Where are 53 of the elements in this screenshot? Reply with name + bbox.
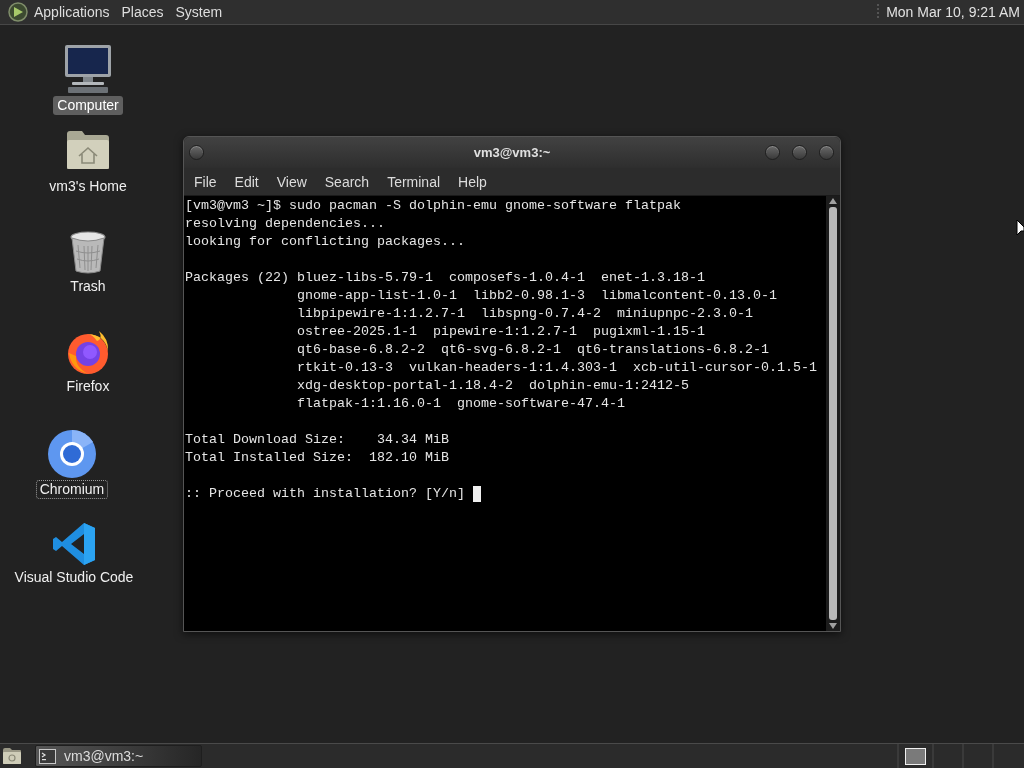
terminal-line: Total Installed Size: 182.10 MiB — [185, 449, 450, 467]
desktop-icon-label[interactable]: Computer — [53, 96, 123, 115]
terminal-window-icon — [39, 748, 56, 764]
package-list-line: gnome-app-list-1.0-1 libb2-0.98.1-3 libmalcontent-0.13.0-1 — [297, 287, 778, 305]
desktop-icon-label[interactable]: vm3's Home — [45, 177, 131, 196]
window-titlebar[interactable]: vm3@vm3:~ — [184, 137, 840, 168]
terminal-line: [vm3@vm3 ~]$ sudo pacman -S dolphin-emu gnome-software flatpak — [185, 197, 682, 215]
panel-menu[interactable]: Applications — [28, 0, 116, 24]
window-title: vm3@vm3:~ — [473, 143, 551, 162]
terminal-line: looking for conflicting packages... — [185, 233, 466, 251]
maximize-button[interactable] — [792, 145, 807, 160]
workspace-tile[interactable] — [905, 747, 926, 765]
menu-item[interactable]: File — [185, 169, 226, 194]
panel-menu[interactable]: Places — [115, 0, 170, 24]
trash-bin-icon — [69, 231, 107, 275]
taskbar-button[interactable]: vm3@vm3:~ — [35, 745, 202, 767]
package-list-line: rtkit-0.13-3 vulkan-headers-1:1.4.303-1 xcb-util-cursor-0.1.5-1 — [297, 359, 817, 377]
scroll-up-icon[interactable] — [829, 198, 837, 204]
scrollbar-thumb[interactable] — [829, 207, 837, 620]
terminal-line: resolving dependencies... — [185, 215, 386, 233]
terminal-line: Packages (22) — [185, 269, 290, 287]
ring-logo-icon — [48, 430, 96, 478]
package-list-line: xdg-desktop-portal-1.18.4-2 dolphin-emu-1:2412-5 — [297, 377, 690, 395]
mouse-pointer-icon — [1016, 219, 1024, 237]
desktop-folder-icon[interactable] — [2, 747, 22, 765]
desktop-icon-label[interactable]: Trash — [66, 277, 110, 296]
package-list-line: bluez-libs-5.79-1 composefs-1.0.4-1 enet-1.3.18-1 — [297, 269, 706, 287]
home-folder-icon — [66, 130, 110, 170]
package-list-line: qt6-base-6.8.2-2 qt6-svg-6.8.2-1 qt6-translations-6.8.2-1 — [297, 341, 770, 359]
window-menu-button[interactable] — [189, 145, 204, 160]
play-circle-logo-icon[interactable] — [8, 2, 28, 22]
ribbon-logo-icon — [52, 522, 96, 566]
panel-handle-icon — [876, 3, 881, 21]
menu-item[interactable]: Terminal — [378, 169, 450, 194]
minimize-button[interactable] — [765, 145, 780, 160]
package-list-line: libpipewire-1:1.2.7-1 libspng-0.7.4-2 miniupnpc-2.3.0-1 — [297, 305, 754, 323]
desktop-icon-label[interactable]: Firefox — [62, 377, 114, 396]
menu-item[interactable]: Search — [315, 169, 379, 194]
menu-item[interactable]: View — [267, 169, 316, 194]
panel-menu[interactable]: System — [169, 0, 229, 24]
scrollbar[interactable] — [826, 196, 840, 631]
scroll-down-icon[interactable] — [829, 623, 837, 629]
package-list-line: ostree-2025.1-1 pipewire-1:1.2.7-1 pugixml-1.15-1 — [297, 323, 706, 341]
computer-monitor-icon — [63, 44, 113, 94]
flame-globe-icon — [65, 329, 111, 375]
package-list-line: flatpak-1:1.16.0-1 gnome-software-47.4-1 — [297, 395, 626, 413]
menu-item[interactable]: Edit — [225, 169, 268, 194]
terminal-line: Total Download Size: 34.34 MiB — [185, 431, 450, 449]
menu-item[interactable]: Help — [449, 169, 496, 194]
terminal-prompt: :: Proceed with installation? [Y/n] — [185, 485, 465, 503]
close-button[interactable] — [819, 145, 834, 160]
panel-clock[interactable]: Mon Mar 10, 9:21 AM — [886, 1, 1020, 23]
desktop-icon-label[interactable]: Visual Studio Code — [10, 568, 138, 587]
